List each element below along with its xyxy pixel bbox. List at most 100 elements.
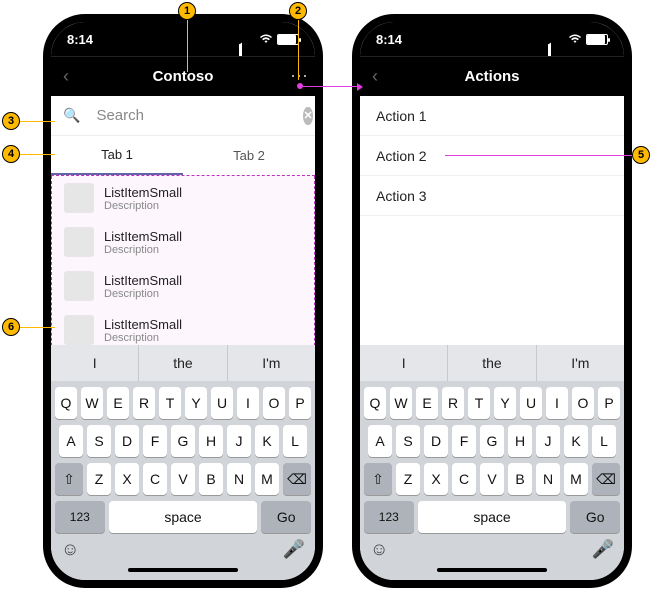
key[interactable]: D xyxy=(115,425,139,457)
key[interactable]: N xyxy=(536,463,560,495)
go-key[interactable]: Go xyxy=(570,501,620,533)
key[interactable]: L xyxy=(592,425,616,457)
key[interactable]: C xyxy=(143,463,167,495)
list-thumb xyxy=(64,315,94,345)
list-item[interactable]: ListItemSmall Description xyxy=(52,220,314,264)
list-item[interactable]: ListItemSmall Description xyxy=(52,264,314,308)
key[interactable]: V xyxy=(171,463,195,495)
key[interactable]: H xyxy=(508,425,532,457)
key[interactable]: S xyxy=(396,425,420,457)
search-bar[interactable]: 🔍 ✕ xyxy=(51,96,315,136)
suggestion[interactable]: the xyxy=(139,345,227,381)
key[interactable]: Q xyxy=(55,387,77,419)
key[interactable]: T xyxy=(159,387,181,419)
list-area: ListItemSmall Description ListItemSmall … xyxy=(51,176,315,366)
search-input[interactable] xyxy=(96,107,295,124)
list-thumb xyxy=(64,183,94,213)
space-key[interactable]: space xyxy=(109,501,258,533)
key-row: ⇧ Z X C V B N M ⌫ xyxy=(51,457,315,495)
key[interactable]: A xyxy=(59,425,83,457)
key[interactable]: G xyxy=(171,425,195,457)
key[interactable]: I xyxy=(546,387,568,419)
key[interactable]: N xyxy=(227,463,251,495)
key[interactable]: P xyxy=(598,387,620,419)
key[interactable]: I xyxy=(237,387,259,419)
key[interactable]: K xyxy=(255,425,279,457)
key[interactable]: C xyxy=(452,463,476,495)
key[interactable]: L xyxy=(283,425,307,457)
key[interactable]: Q xyxy=(364,387,386,419)
emoji-key[interactable]: ☺ xyxy=(61,539,79,560)
action-item[interactable]: Action 2 xyxy=(360,136,624,176)
key[interactable]: F xyxy=(143,425,167,457)
key[interactable]: P xyxy=(289,387,311,419)
go-key[interactable]: Go xyxy=(261,501,311,533)
key[interactable]: Y xyxy=(494,387,516,419)
clear-search-button[interactable]: ✕ xyxy=(303,107,312,125)
action-item[interactable]: Action 1 xyxy=(360,96,624,136)
key[interactable]: X xyxy=(115,463,139,495)
list-thumb xyxy=(64,271,94,301)
key[interactable]: H xyxy=(199,425,223,457)
phone-mockup-right: 8:14 ‹ Actions ⋯ Action 1 Action 2 Actio… xyxy=(352,14,632,588)
suggestion[interactable]: I'm xyxy=(228,345,315,381)
key-row: 123 space Go xyxy=(360,495,624,533)
home-indicator[interactable] xyxy=(128,568,238,572)
key[interactable]: O xyxy=(572,387,594,419)
phone-mockup-left: 8:14 ‹ Contoso ⋯ 🔍 ✕ Tab 1 Tab 2 ListIte… xyxy=(43,14,323,588)
key[interactable]: F xyxy=(452,425,476,457)
backspace-key[interactable]: ⌫ xyxy=(592,463,620,495)
suggestion[interactable]: I'm xyxy=(537,345,624,381)
mic-key[interactable]: 🎤 xyxy=(592,539,614,560)
suggestion[interactable]: the xyxy=(448,345,536,381)
back-button[interactable]: ‹ xyxy=(360,66,390,87)
key[interactable]: R xyxy=(133,387,155,419)
key[interactable]: J xyxy=(227,425,251,457)
key[interactable]: M xyxy=(564,463,588,495)
key[interactable]: D xyxy=(424,425,448,457)
mic-key[interactable]: 🎤 xyxy=(283,539,305,560)
key[interactable]: Z xyxy=(396,463,420,495)
shift-key[interactable]: ⇧ xyxy=(364,463,392,495)
back-button[interactable]: ‹ xyxy=(51,66,81,87)
key[interactable]: V xyxy=(480,463,504,495)
key[interactable]: G xyxy=(480,425,504,457)
key[interactable]: K xyxy=(564,425,588,457)
keyboard: I the I'm Q W E R T Y U I O P A S D F G … xyxy=(51,345,315,580)
key[interactable]: E xyxy=(416,387,438,419)
key[interactable]: X xyxy=(424,463,448,495)
emoji-key[interactable]: ☺ xyxy=(370,539,388,560)
shift-key[interactable]: ⇧ xyxy=(55,463,83,495)
numbers-key[interactable]: 123 xyxy=(55,501,105,533)
key[interactable]: T xyxy=(468,387,490,419)
backspace-key[interactable]: ⌫ xyxy=(283,463,311,495)
key[interactable]: B xyxy=(199,463,223,495)
search-icon: 🔍 xyxy=(63,107,80,124)
suggestion-row: I the I'm xyxy=(51,345,315,381)
key[interactable]: O xyxy=(263,387,285,419)
key[interactable]: U xyxy=(520,387,542,419)
tab-1[interactable]: Tab 1 xyxy=(51,136,183,175)
list-item[interactable]: ListItemSmall Description xyxy=(52,176,314,220)
space-key[interactable]: space xyxy=(418,501,567,533)
key[interactable]: R xyxy=(442,387,464,419)
numbers-key[interactable]: 123 xyxy=(364,501,414,533)
action-item[interactable]: Action 3 xyxy=(360,176,624,216)
home-indicator[interactable] xyxy=(437,568,547,572)
key[interactable]: B xyxy=(508,463,532,495)
key[interactable]: W xyxy=(81,387,103,419)
key[interactable]: Z xyxy=(87,463,111,495)
key[interactable]: J xyxy=(536,425,560,457)
key[interactable]: E xyxy=(107,387,129,419)
key[interactable]: A xyxy=(368,425,392,457)
key[interactable]: W xyxy=(390,387,412,419)
tab-2[interactable]: Tab 2 xyxy=(183,136,315,175)
key[interactable]: U xyxy=(211,387,233,419)
key[interactable]: M xyxy=(255,463,279,495)
key[interactable]: S xyxy=(87,425,111,457)
suggestion[interactable]: I xyxy=(51,345,139,381)
action-list: Action 1 Action 2 Action 3 xyxy=(360,96,624,216)
key[interactable]: Y xyxy=(185,387,207,419)
battery-icon xyxy=(586,34,608,45)
suggestion[interactable]: I xyxy=(360,345,448,381)
